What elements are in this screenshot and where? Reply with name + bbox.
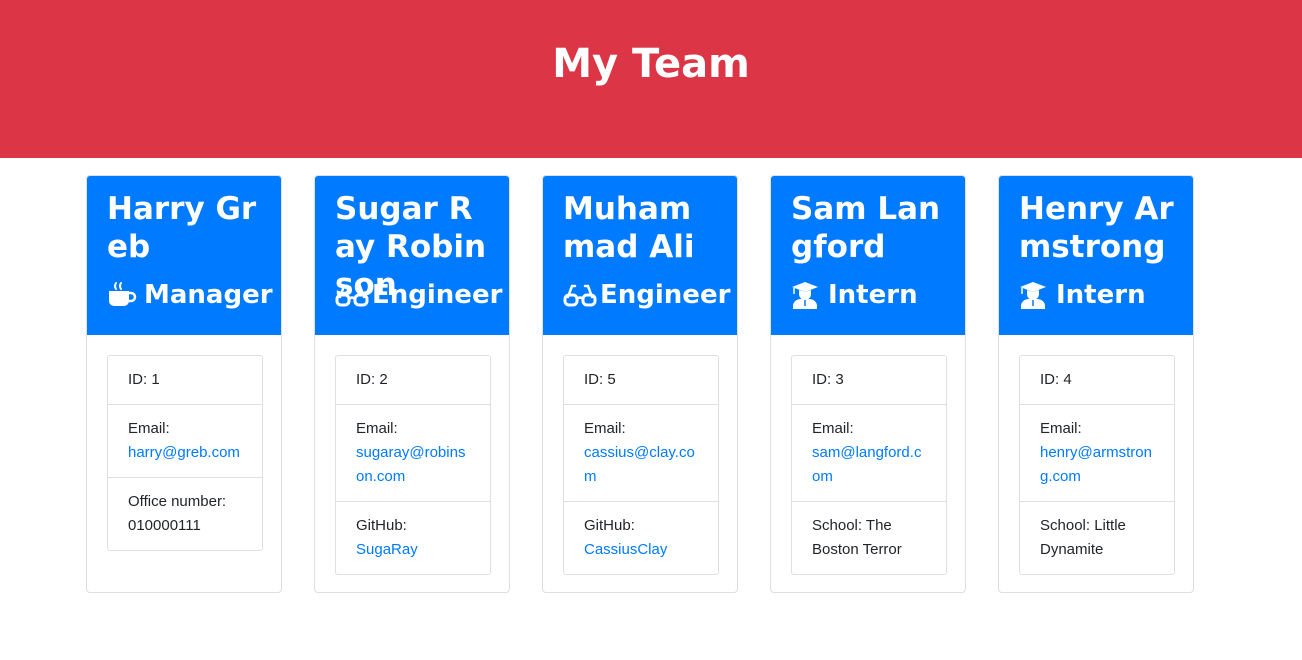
email-item: Email: cassius@clay.com xyxy=(564,404,718,501)
employee-role: Engineer xyxy=(335,278,502,312)
team-card-manager: Harry Greb Manager ID: 1 Email: harry@gr… xyxy=(86,175,282,593)
team-card-intern: Sam Langford Intern ID: 3 Email: sam@lan… xyxy=(770,175,966,593)
details-list: ID: 1 Email: harry@greb.com Office numbe… xyxy=(107,355,263,551)
employee-role: Intern xyxy=(791,278,918,312)
id-item: ID: 4 xyxy=(1020,356,1174,404)
email-link[interactable]: sugaray@robinson.com xyxy=(356,444,465,485)
school-text: School: Little Dynamite xyxy=(1040,517,1126,558)
employee-name: Muhammad Ali xyxy=(563,191,695,265)
id-text: ID: 3 xyxy=(812,371,844,388)
email-label: Email: xyxy=(812,420,854,437)
card-header: Henry Armstrong Intern xyxy=(999,176,1193,335)
employee-role: Engineer xyxy=(563,278,730,312)
card-header: Sugar Ray Robinson Engineer xyxy=(315,176,509,335)
role-label: Intern xyxy=(1056,280,1146,310)
school-item: School: The Boston Terror xyxy=(792,501,946,574)
school-text: School: The Boston Terror xyxy=(812,517,902,558)
id-item: ID: 3 xyxy=(792,356,946,404)
details-list: ID: 5 Email: cassius@clay.com GitHub: Ca… xyxy=(563,355,719,575)
email-item: Email: sam@langford.com xyxy=(792,404,946,501)
role-label: Engineer xyxy=(600,280,731,310)
role-label: Engineer xyxy=(372,280,503,310)
team-card-intern: Henry Armstrong Intern ID: 4 Email: henr… xyxy=(998,175,1194,593)
id-text: ID: 5 xyxy=(584,371,616,388)
github-link[interactable]: CassiusClay xyxy=(584,541,667,558)
email-link[interactable]: harry@greb.com xyxy=(128,444,240,461)
email-link[interactable]: cassius@clay.com xyxy=(584,444,695,485)
github-label: GitHub: xyxy=(584,517,635,534)
mug-hot-icon xyxy=(107,280,137,310)
card-header: Harry Greb Manager xyxy=(87,176,281,335)
graduate-icon xyxy=(1019,280,1049,310)
id-item: ID: 1 xyxy=(108,356,262,404)
details-list: ID: 2 Email: sugaray@robinson.com GitHub… xyxy=(335,355,491,575)
employee-role: Intern xyxy=(1019,278,1146,312)
email-link[interactable]: sam@langford.com xyxy=(812,444,921,485)
email-item: Email: sugaray@robinson.com xyxy=(336,404,490,501)
glasses-icon xyxy=(563,280,597,310)
employee-role: Manager xyxy=(107,278,273,312)
id-text: ID: 1 xyxy=(128,371,160,388)
email-label: Email: xyxy=(128,420,170,437)
id-text: ID: 2 xyxy=(356,371,388,388)
employee-name: Harry Greb xyxy=(107,191,257,265)
details-list: ID: 3 Email: sam@langford.com School: Th… xyxy=(791,355,947,575)
github-label: GitHub: xyxy=(356,517,407,534)
school-item: School: Little Dynamite xyxy=(1020,501,1174,574)
id-text: ID: 4 xyxy=(1040,371,1072,388)
office-number-label: Office number: xyxy=(128,493,227,510)
page-title: My Team xyxy=(552,41,750,87)
github-link[interactable]: SugaRay xyxy=(356,541,418,558)
role-label: Intern xyxy=(828,280,918,310)
email-label: Email: xyxy=(1040,420,1082,437)
glasses-icon xyxy=(335,280,369,310)
id-item: ID: 2 xyxy=(336,356,490,404)
team-card-engineer: Sugar Ray Robinson Engineer ID: 2 Email:… xyxy=(314,175,510,593)
card-header: Muhammad Ali Engineer xyxy=(543,176,737,335)
employee-name: Sam Langford xyxy=(791,191,941,265)
email-label: Email: xyxy=(356,420,398,437)
office-number-item: Office number: 010000111 xyxy=(108,477,262,550)
card-header: Sam Langford Intern xyxy=(771,176,965,335)
details-list: ID: 4 Email: henry@armstrong.com School:… xyxy=(1019,355,1175,575)
email-item: Email: harry@greb.com xyxy=(108,404,262,477)
id-item: ID: 5 xyxy=(564,356,718,404)
page-header: My Team xyxy=(0,0,1302,158)
email-link[interactable]: henry@armstrong.com xyxy=(1040,444,1152,485)
role-label: Manager xyxy=(144,280,273,310)
office-number-value: 010000111 xyxy=(128,517,201,534)
email-item: Email: henry@armstrong.com xyxy=(1020,404,1174,501)
employee-name: Henry Armstrong xyxy=(1019,191,1174,265)
github-item: GitHub: CassiusClay xyxy=(564,501,718,574)
github-item: GitHub: SugaRay xyxy=(336,501,490,574)
graduate-icon xyxy=(791,280,821,310)
team-card-engineer: Muhammad Ali Engineer ID: 5 Email: cassi… xyxy=(542,175,738,593)
email-label: Email: xyxy=(584,420,626,437)
